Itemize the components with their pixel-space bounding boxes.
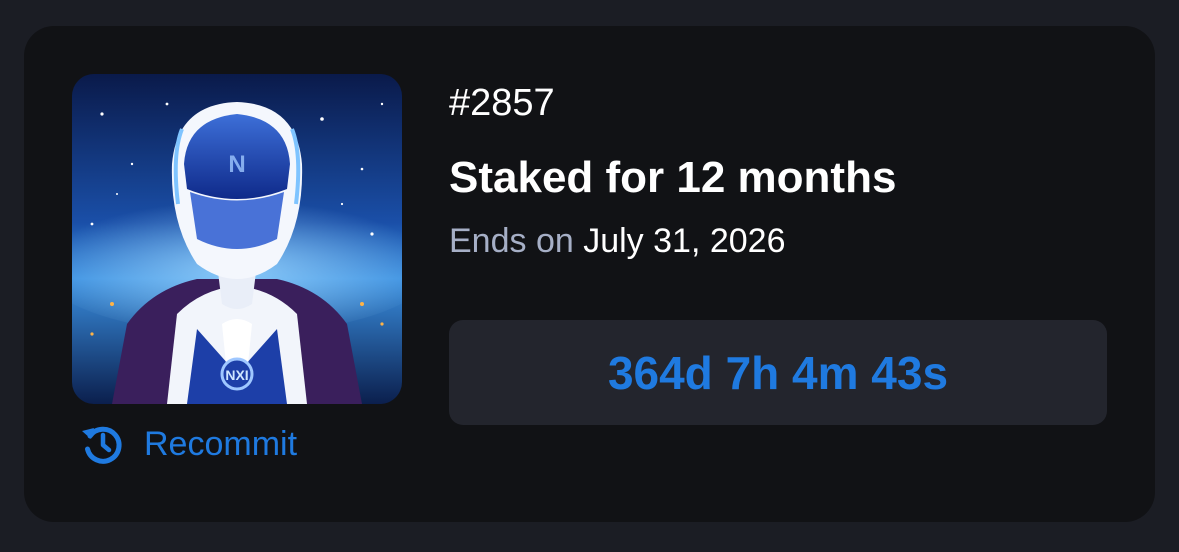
ends-on-line: Ends on July 31, 2026 [449, 224, 785, 258]
history-icon [82, 426, 122, 464]
countdown-box: 364d 7h 4m 43s [449, 320, 1107, 425]
ends-on-date: July 31, 2026 [583, 222, 786, 260]
nft-artwork: NXI N [72, 74, 402, 404]
countdown-timer: 364d 7h 4m 43s [607, 346, 949, 399]
recommit-button[interactable]: Recommit [78, 420, 297, 468]
stake-title: Staked for 12 months [449, 153, 897, 202]
svg-text:N: N [228, 151, 245, 178]
nft-image[interactable]: NXI N [72, 74, 402, 404]
token-id: #2857 [449, 82, 555, 124]
staking-card: NXI N Recommit #2857 Staked for 12 month… [24, 26, 1155, 522]
recommit-label: Recommit [144, 425, 298, 463]
ends-on-label: Ends on [449, 222, 574, 260]
nft-badge-text: NXI [225, 367, 248, 383]
